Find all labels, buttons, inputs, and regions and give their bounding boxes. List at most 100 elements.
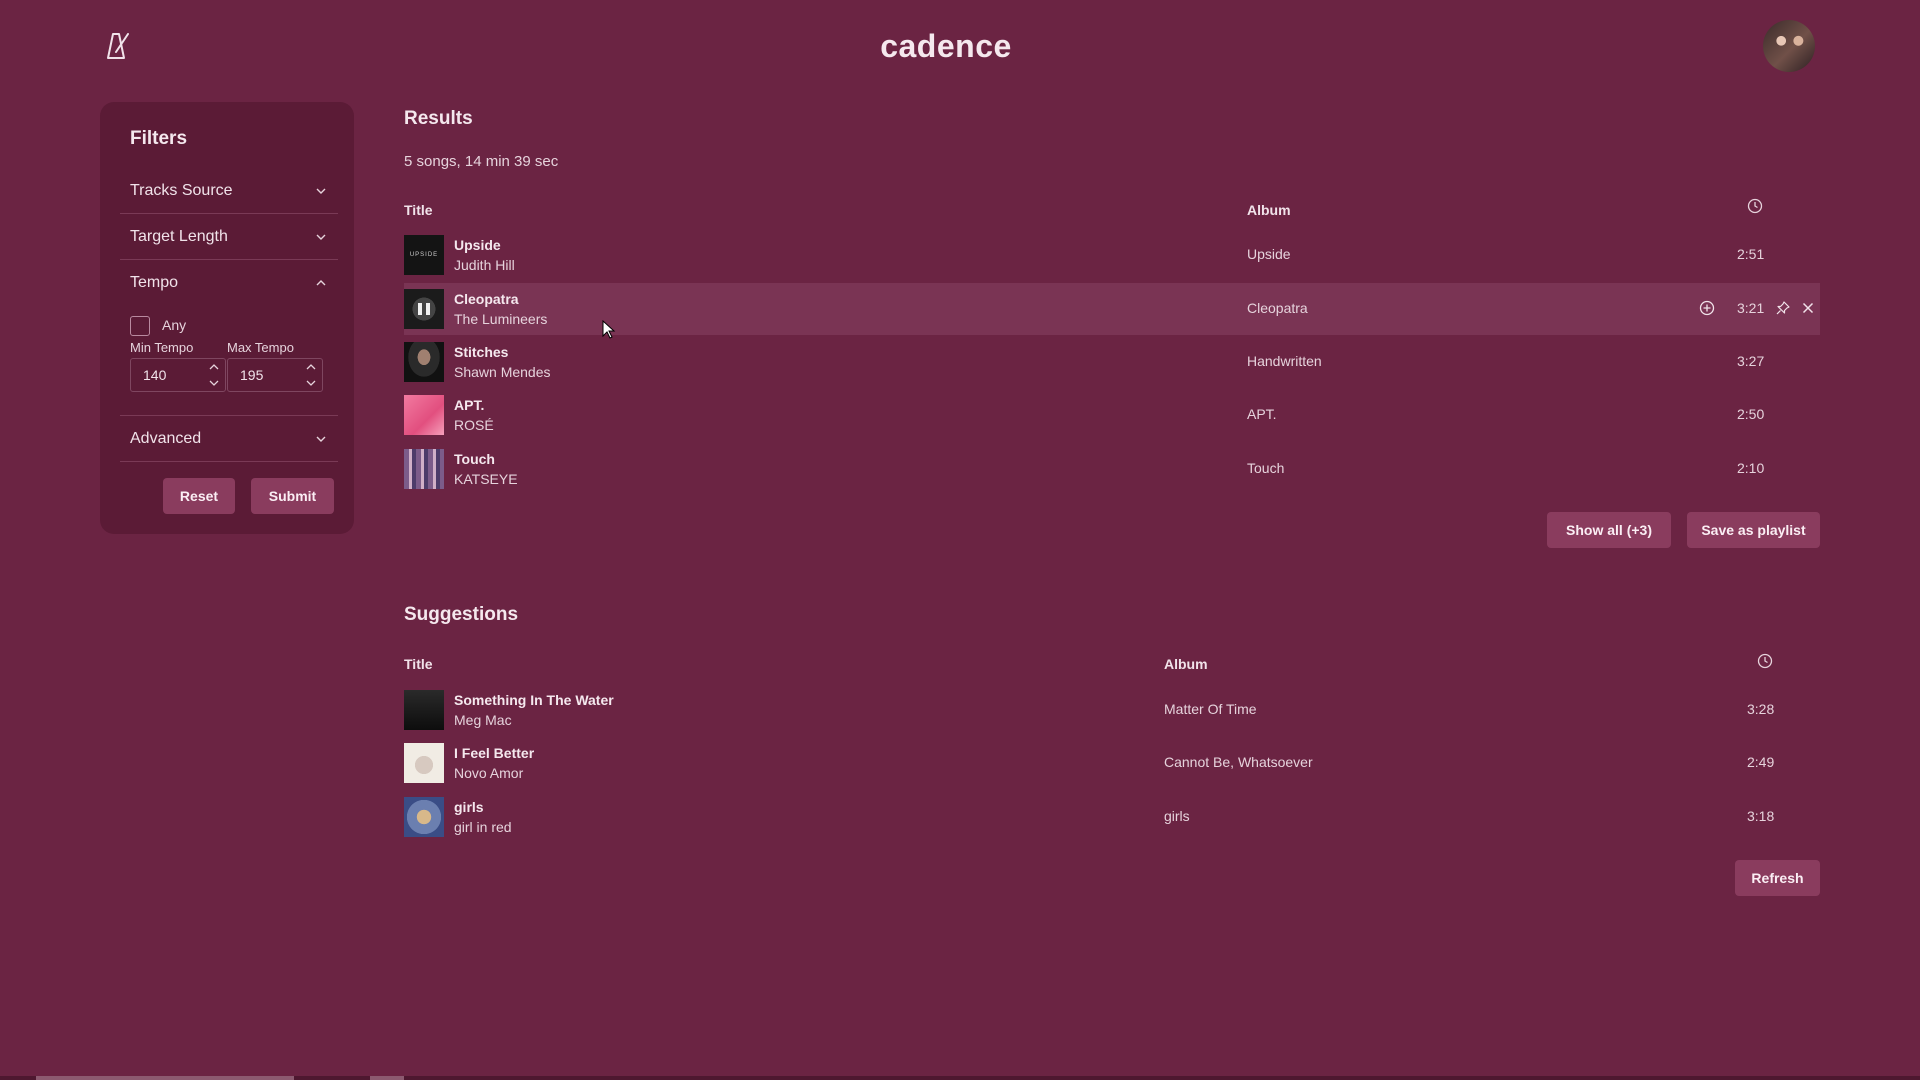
column-title: Title — [404, 656, 433, 672]
track-title: Touch — [454, 451, 495, 467]
track-duration: 3:21 — [1737, 300, 1765, 316]
track-album: Upside — [1247, 246, 1291, 262]
filter-section-label: Tracks Source — [130, 182, 233, 199]
max-tempo-value: 195 — [240, 367, 264, 383]
track-title: Cleopatra — [454, 291, 519, 307]
filters-panel: Filters Tracks Source Target Length Temp… — [100, 102, 354, 534]
track-title: I Feel Better — [454, 745, 535, 761]
track-duration: 2:50 — [1737, 406, 1765, 422]
divider — [120, 213, 338, 214]
album-art — [404, 690, 444, 730]
album-art — [404, 289, 444, 329]
any-tempo-checkbox[interactable] — [130, 316, 150, 336]
divider — [120, 461, 338, 462]
show-all-button[interactable]: Show all (+3) — [1547, 512, 1671, 548]
max-tempo-label: Max Tempo — [227, 340, 294, 355]
clock-icon — [1757, 653, 1773, 669]
min-tempo-value: 140 — [143, 367, 167, 383]
track-duration: 3:18 — [1747, 808, 1775, 824]
clock-icon — [1747, 198, 1763, 214]
column-title: Title — [404, 202, 433, 218]
chevron-up-icon — [316, 280, 326, 286]
results-summary: 5 songs, 14 min 39 sec — [404, 153, 559, 170]
avatar[interactable] — [1763, 20, 1815, 72]
filter-section-label: Advanced — [130, 430, 202, 447]
min-tempo-input[interactable]: 140 — [130, 358, 226, 392]
track-title: Stitches — [454, 344, 509, 360]
track-artist: Meg Mac — [454, 712, 512, 728]
results-heading: Results — [404, 108, 473, 129]
submit-button[interactable]: Submit — [251, 478, 334, 514]
suggestion-row[interactable]: I Feel Better Novo Amor Cannot Be, Whats… — [404, 737, 1820, 789]
refresh-button[interactable]: Refresh — [1735, 860, 1820, 896]
column-album: Album — [1164, 656, 1208, 672]
divider — [120, 259, 338, 260]
suggestion-row[interactable]: girls girl in red girls 3:18 — [404, 791, 1820, 843]
track-duration: 2:10 — [1737, 460, 1765, 476]
track-artist: ROSÉ — [454, 417, 494, 433]
column-album: Album — [1247, 202, 1291, 218]
track-artist: Novo Amor — [454, 765, 524, 781]
save-as-playlist-button[interactable]: Save as playlist — [1687, 512, 1820, 548]
track-duration: 3:28 — [1747, 701, 1775, 717]
track-duration: 2:51 — [1737, 246, 1765, 262]
track-title: girls — [454, 799, 484, 815]
track-duration: 3:27 — [1737, 353, 1765, 369]
track-album: Cleopatra — [1247, 300, 1308, 316]
suggestions-heading: Suggestions — [404, 604, 519, 625]
chevron-down-icon — [316, 234, 326, 240]
track-title: Something In The Water — [454, 692, 614, 708]
album-art: UPSIDE — [404, 235, 444, 275]
track-artist: Judith Hill — [454, 257, 515, 273]
filter-advanced[interactable]: Advanced — [130, 430, 328, 448]
track-artist: girl in red — [454, 819, 512, 835]
album-art — [404, 797, 444, 837]
track-album: Handwritten — [1247, 353, 1322, 369]
any-tempo-label: Any — [162, 317, 187, 333]
track-title: Upside — [454, 237, 501, 253]
app-title: cadence — [880, 28, 1012, 64]
track-album: Cannot Be, Whatsoever — [1164, 754, 1313, 770]
reset-button[interactable]: Reset — [163, 478, 235, 514]
chevron-down-icon[interactable] — [300, 375, 322, 391]
chevron-down-icon — [316, 436, 326, 442]
track-album: APT. — [1247, 406, 1277, 422]
filters-title: Filters — [130, 128, 188, 149]
max-tempo-input[interactable]: 195 — [227, 358, 323, 392]
album-art — [404, 743, 444, 783]
track-row[interactable]: Cleopatra The Lumineers Cleopatra 3:21 — [404, 283, 1820, 335]
album-art — [404, 449, 444, 489]
filter-tracks-source[interactable]: Tracks Source — [130, 182, 328, 200]
chevron-down-icon[interactable] — [203, 375, 225, 391]
track-album: Touch — [1247, 460, 1285, 476]
suggestion-row[interactable]: Something In The Water Meg Mac Matter Of… — [404, 684, 1820, 736]
min-tempo-label: Min Tempo — [130, 340, 194, 355]
filter-section-label: Target Length — [130, 228, 228, 245]
track-row[interactable]: APT. ROSÉ APT. 2:50 — [404, 389, 1820, 441]
track-duration: 2:49 — [1747, 754, 1775, 770]
taskbar-strip — [0, 1076, 1920, 1080]
track-row[interactable]: Stitches Shawn Mendes Handwritten 3:27 — [404, 336, 1820, 388]
pause-icon[interactable] — [414, 299, 434, 319]
cursor-icon — [602, 320, 616, 339]
chevron-down-icon — [316, 188, 326, 194]
divider — [120, 415, 338, 416]
track-artist: Shawn Mendes — [454, 364, 551, 380]
filter-tempo[interactable]: Tempo — [130, 274, 328, 292]
chevron-up-icon[interactable] — [300, 359, 322, 375]
pin-icon[interactable] — [1775, 300, 1791, 316]
track-row[interactable]: UPSIDE Upside Judith Hill Upside 2:51 — [404, 229, 1820, 281]
filter-section-label: Tempo — [130, 274, 179, 291]
close-icon[interactable] — [1800, 300, 1816, 316]
track-album: Matter Of Time — [1164, 701, 1257, 717]
track-artist: KATSEYE — [454, 471, 518, 487]
track-row[interactable]: Touch KATSEYE Touch 2:10 — [404, 443, 1820, 495]
track-album: girls — [1164, 808, 1190, 824]
filter-target-length[interactable]: Target Length — [130, 228, 328, 246]
track-artist: The Lumineers — [454, 311, 548, 327]
add-circle-icon[interactable] — [1699, 300, 1715, 316]
track-title: APT. — [454, 397, 485, 413]
album-art — [404, 395, 444, 435]
album-art — [404, 342, 444, 382]
chevron-up-icon[interactable] — [203, 359, 225, 375]
